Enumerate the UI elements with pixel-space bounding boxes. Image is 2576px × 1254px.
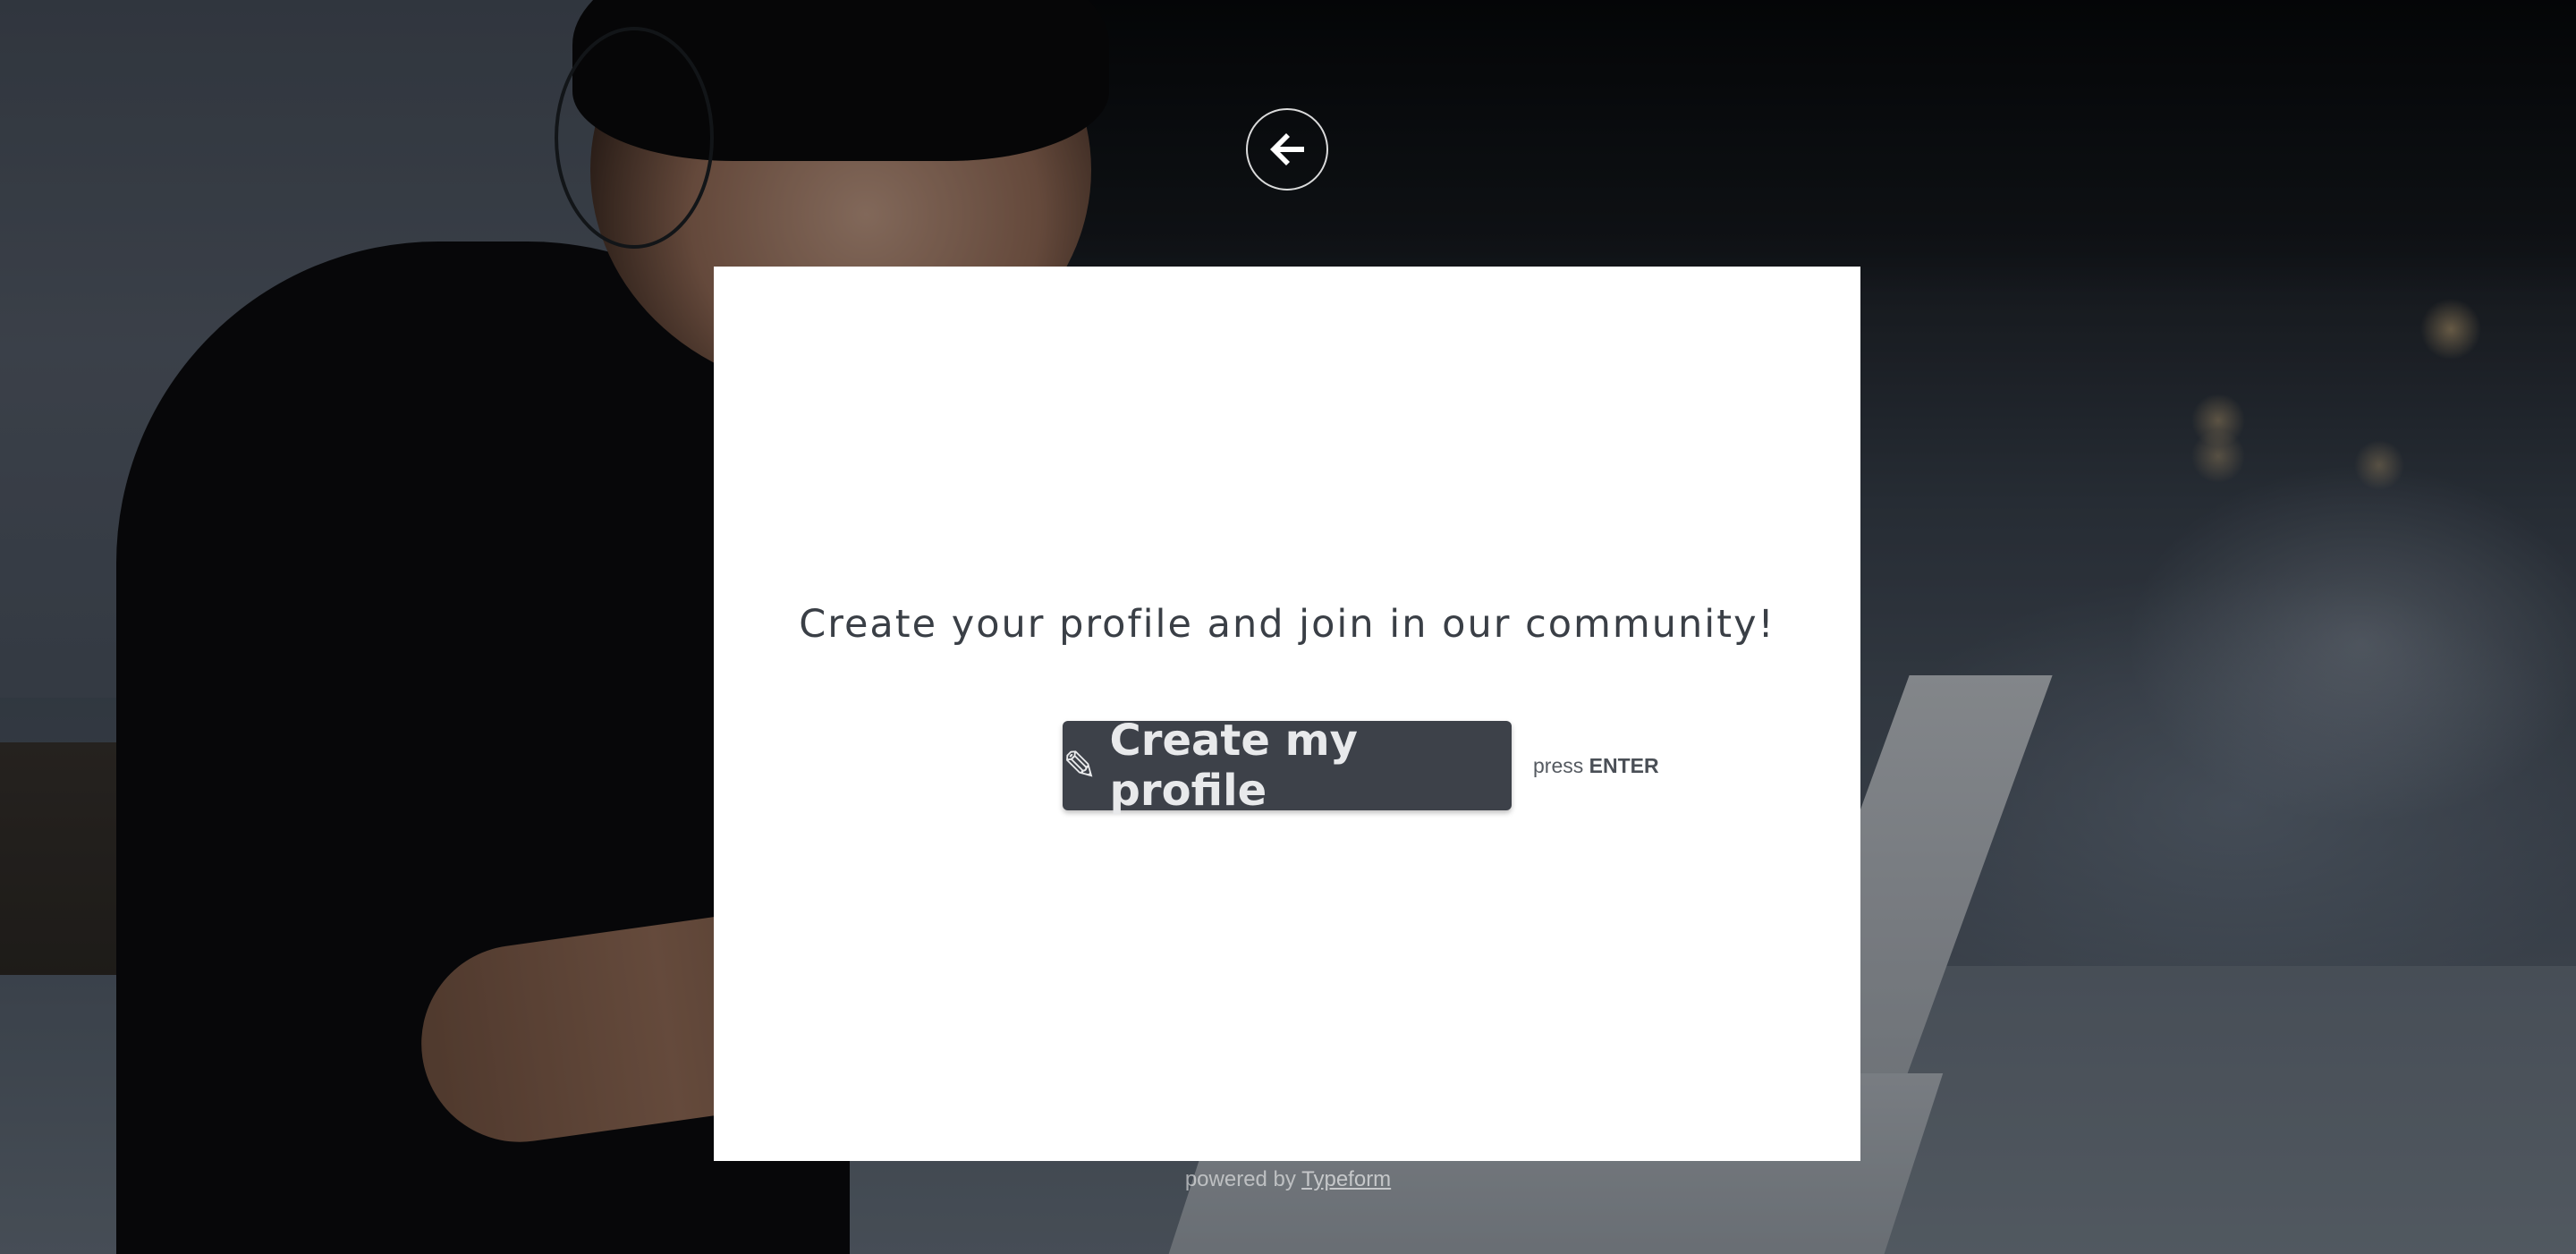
welcome-message: Create your profile and join in our comm… xyxy=(799,602,1775,647)
page: Create your profile and join in our comm… xyxy=(0,0,2576,1254)
keyboard-hint: press ENTER xyxy=(1533,754,1659,778)
hint-key: ENTER xyxy=(1589,753,1659,777)
back-button[interactable] xyxy=(1246,108,1328,191)
welcome-card: Create your profile and join in our comm… xyxy=(714,267,1860,1161)
arrow-left-icon xyxy=(1267,131,1308,168)
hint-prefix: press xyxy=(1533,753,1584,777)
powered-by-footer: powered by Typeform xyxy=(0,1167,2576,1192)
powered-by-text: powered by xyxy=(1184,1167,1296,1191)
pencil-icon: ✎ xyxy=(1063,741,1097,790)
create-profile-button[interactable]: ✎ Create my profile xyxy=(1063,716,1512,816)
cta-row: ✎ Create my profile press ENTER xyxy=(1063,716,1659,816)
typeform-link[interactable]: Typeform xyxy=(1301,1167,1391,1191)
create-profile-label: Create my profile xyxy=(1109,716,1358,816)
